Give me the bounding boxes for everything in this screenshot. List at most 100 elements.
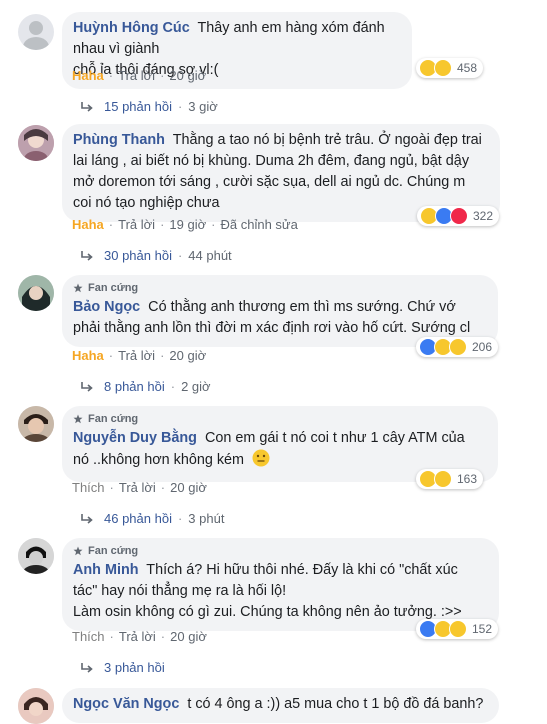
separator: · xyxy=(177,511,183,526)
edited-label[interactable]: Đã chỉnh sửa xyxy=(220,217,297,232)
comment-actions: Thích · Trả lời · 20 giờ xyxy=(72,629,207,644)
reaction-count: 163 xyxy=(457,472,478,486)
separator: · xyxy=(108,348,114,363)
separator: · xyxy=(108,68,114,83)
sad-icon xyxy=(434,470,452,488)
view-replies-link[interactable]: 8 phản hồi · 2 giờ xyxy=(80,379,211,394)
fan-badge: Fan cứng xyxy=(73,544,487,558)
reply-button[interactable]: Trả lời xyxy=(118,217,155,232)
star-badge-icon xyxy=(73,546,83,556)
commenter-name[interactable]: Huỳnh Hông Cúc xyxy=(73,20,190,36)
separator: · xyxy=(160,480,166,495)
user-avatar-image xyxy=(18,125,54,161)
replies-time: 3 giờ xyxy=(188,99,218,114)
react-button[interactable]: Haha xyxy=(72,217,104,232)
reaction-summary[interactable]: 163 xyxy=(416,469,484,489)
neutral-emoji-icon xyxy=(252,449,270,474)
separator: · xyxy=(177,99,183,114)
separator: · xyxy=(160,629,166,644)
replies-count[interactable]: 46 phản hồi xyxy=(104,511,172,526)
replies-count[interactable]: 30 phản hồi xyxy=(104,248,172,263)
fan-badge-label: Fan cứng xyxy=(88,545,139,557)
comment-text-line-3: mở doremon tới sáng , cười sặc sụa, dell… xyxy=(73,174,466,190)
reaction-count: 458 xyxy=(457,61,478,75)
separator: · xyxy=(109,480,114,495)
timestamp[interactable]: 20 giờ xyxy=(170,629,207,644)
comment-text-line-1: t có 4 ông a :)) a5 mua cho t 1 bộ đồ đá… xyxy=(187,696,484,712)
comment-text-line-4: coi nó tạo nghiệp chưa xyxy=(73,195,220,211)
sad-icon xyxy=(449,338,467,356)
react-button[interactable]: Haha xyxy=(72,348,104,363)
commenter-name[interactable]: Anh Minh xyxy=(73,562,139,578)
like-button[interactable]: Thích xyxy=(72,480,105,495)
replies-count[interactable]: 15 phản hồi xyxy=(104,99,172,114)
fan-badge: Fan cứng xyxy=(73,412,486,426)
replies-count[interactable]: 8 phản hồi xyxy=(104,379,165,394)
replies-time: 3 phút xyxy=(188,511,225,526)
reply-button[interactable]: Trả lời xyxy=(118,348,155,363)
view-replies-link[interactable]: 30 phản hồi · 44 phút xyxy=(80,248,232,263)
avatar[interactable] xyxy=(18,538,54,574)
commenter-name[interactable]: Phùng Thanh xyxy=(73,132,165,148)
user-avatar-image xyxy=(18,406,54,442)
like-button[interactable]: Thích xyxy=(72,629,105,644)
love-icon xyxy=(450,207,468,225)
separator: · xyxy=(160,348,165,363)
timestamp[interactable]: 20 giờ xyxy=(170,480,207,495)
reply-arrow-icon xyxy=(81,381,93,392)
reply-button[interactable]: Trả lời xyxy=(119,480,156,495)
timestamp[interactable]: 19 giờ xyxy=(169,217,206,232)
star-badge-icon xyxy=(73,414,83,424)
view-replies-link[interactable]: 15 phản hồi · 3 giờ xyxy=(80,99,218,114)
comment-text-line-1: Có thằng anh thương em thì ms sướng. Chứ… xyxy=(148,299,456,315)
comment-text-line-3: Làm osin không có gì zui. Chúng ta không… xyxy=(73,604,462,620)
reaction-summary[interactable]: 152 xyxy=(416,619,499,639)
fan-badge: Fan cứng xyxy=(73,281,486,295)
commenter-name[interactable]: Bảo Ngọc xyxy=(73,299,140,315)
avatar[interactable] xyxy=(18,406,54,442)
view-replies-link[interactable]: 46 phản hồi · 3 phút xyxy=(80,511,224,526)
comment-text-line-2: nó ..không hơn không kém xyxy=(73,452,245,468)
comment-text-line-2: lai láng , ai biết nó bị khùng. Duma 2h … xyxy=(73,153,470,169)
reaction-count: 206 xyxy=(472,340,493,354)
timestamp[interactable]: 20 giờ xyxy=(169,68,206,83)
react-button[interactable]: Haha xyxy=(72,68,104,83)
replies-count[interactable]: 3 phản hồi xyxy=(104,660,165,675)
separator: · xyxy=(211,217,216,232)
reaction-summary[interactable]: 322 xyxy=(417,206,500,226)
default-avatar-icon xyxy=(23,21,49,50)
commenter-name[interactable]: Ngọc Văn Ngọc xyxy=(73,696,179,712)
view-replies-link[interactable]: 3 phản hồi xyxy=(80,660,165,675)
comment-actions: Haha · Trả lời · 19 giờ · Đã chỉnh sửa xyxy=(72,217,298,232)
separator: · xyxy=(160,68,165,83)
comment-text-line-1: Con em gái t nó coi t như 1 cây ATM của xyxy=(204,430,465,446)
comment-text-line-1: Thằng a tao nó bị bệnh trẻ trâu. Ở ngoài… xyxy=(172,132,482,148)
reaction-summary[interactable]: 206 xyxy=(416,337,499,357)
reaction-count: 322 xyxy=(473,209,494,223)
comment-text-line-2: phải thằng anh lồn thì đời m xác định rơ… xyxy=(73,320,471,336)
avatar[interactable] xyxy=(18,125,54,161)
star-badge-icon xyxy=(73,283,83,293)
separator: · xyxy=(109,629,114,644)
reaction-summary[interactable]: 458 xyxy=(416,58,484,78)
comment-actions: Haha · Trả lời · 20 giờ xyxy=(72,68,206,83)
reaction-count: 152 xyxy=(472,622,493,636)
avatar[interactable] xyxy=(18,275,54,311)
avatar[interactable] xyxy=(18,14,54,50)
reply-arrow-icon xyxy=(81,662,93,673)
reply-button[interactable]: Trả lời xyxy=(118,68,155,83)
separator: · xyxy=(108,217,114,232)
sad-icon xyxy=(434,59,452,77)
comment-text-line-1: Thích á? Hi hữu thôi nhé. Đấy là khi có … xyxy=(146,562,458,578)
comment-bubble: Fan cứng Anh Minh Thích á? Hi hữu thôi n… xyxy=(62,538,499,631)
fan-badge-label: Fan cứng xyxy=(88,282,139,294)
timestamp[interactable]: 20 giờ xyxy=(169,348,206,363)
commenter-name[interactable]: Nguyễn Duy Bằng xyxy=(73,430,197,446)
comment-text-line-2: tác" hay nói thẳng mẹ ra là hối lộ! xyxy=(73,583,287,599)
comment-bubble: Ngọc Văn Ngọc t có 4 ông a :)) a5 mua ch… xyxy=(62,688,499,723)
separator: · xyxy=(170,379,176,394)
reply-arrow-icon xyxy=(81,513,93,524)
separator: · xyxy=(160,217,165,232)
reply-arrow-icon xyxy=(81,250,93,261)
reply-button[interactable]: Trả lời xyxy=(119,629,156,644)
